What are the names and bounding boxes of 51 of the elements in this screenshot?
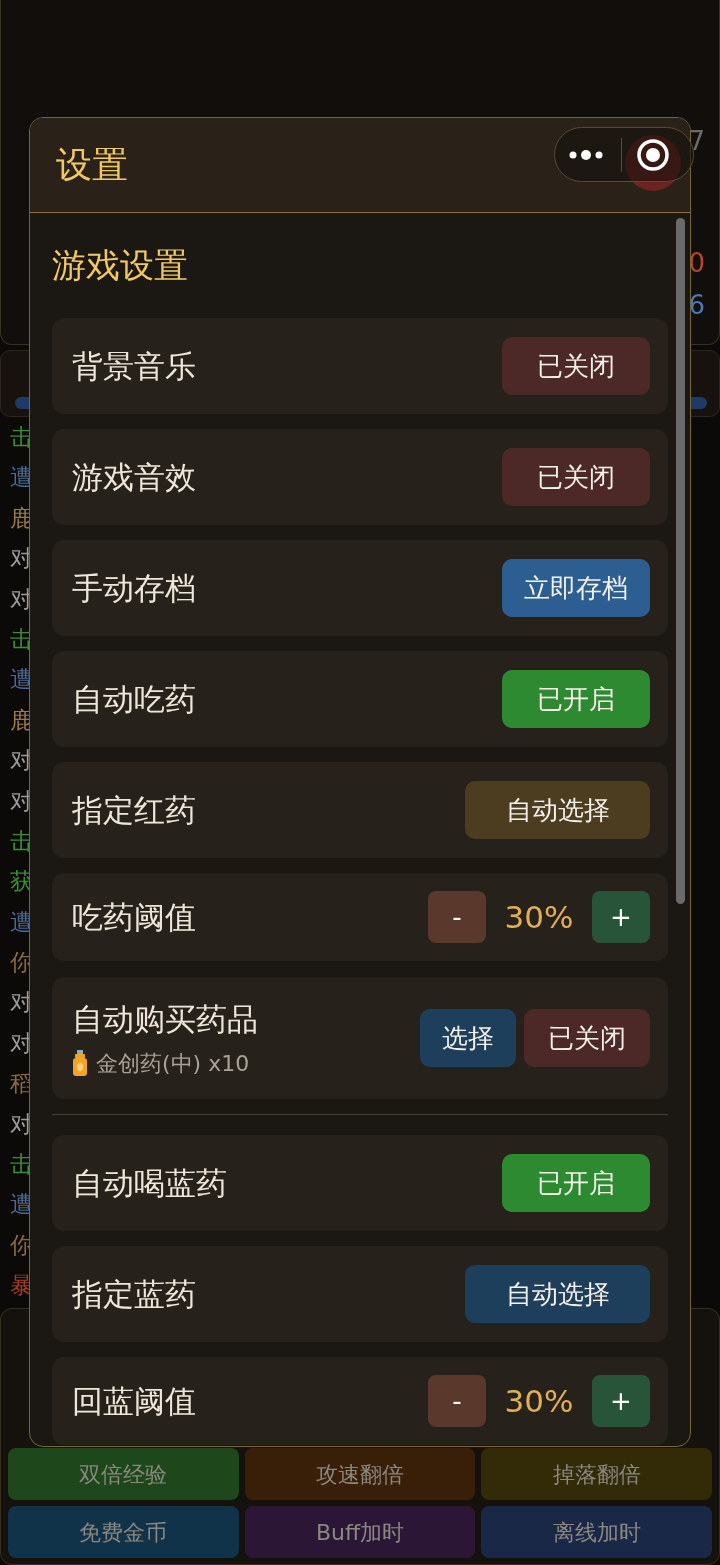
- setting-label: 背景音乐: [72, 346, 196, 386]
- stat-fragment: 7: [688, 128, 705, 154]
- log-line: 击: [10, 1151, 33, 1178]
- save-button[interactable]: 立即存档: [502, 559, 650, 617]
- toggle-button[interactable]: 已关闭: [502, 448, 650, 506]
- setting-label: 自动吃药: [72, 679, 196, 719]
- minus-button[interactable]: -: [428, 1375, 486, 1427]
- select-button[interactable]: 自动选择: [465, 1265, 650, 1323]
- boost-button[interactable]: 免费金币: [8, 1506, 239, 1558]
- toggle-button[interactable]: 已开启: [502, 1154, 650, 1212]
- log-line: 暴: [10, 1272, 33, 1299]
- scrollbar[interactable]: [676, 218, 685, 904]
- select-button[interactable]: 自动选择: [465, 781, 650, 839]
- setting-label: 自动购买药品: [72, 1000, 258, 1040]
- boost-button[interactable]: 攻速翻倍: [244, 1448, 476, 1500]
- target-icon[interactable]: [636, 137, 670, 172]
- setting-label: 吃药阈值: [72, 897, 196, 937]
- boost-button[interactable]: Buff加时: [244, 1506, 476, 1558]
- log-line: 击: [10, 827, 33, 854]
- toggle-button[interactable]: 已关闭: [502, 337, 650, 395]
- log-line: 对: [10, 1029, 33, 1056]
- plus-button[interactable]: +: [592, 1375, 650, 1427]
- setting-label: 自动喝蓝药: [72, 1163, 227, 1203]
- setting-label: 指定蓝药: [72, 1274, 196, 1314]
- log-line: 对: [10, 989, 33, 1016]
- log-line: 击: [10, 625, 33, 652]
- log-line: 对: [10, 545, 33, 572]
- log-line: 对: [10, 787, 33, 814]
- threshold-value: 30%: [503, 897, 575, 937]
- threshold-value: 30%: [503, 1381, 575, 1421]
- plus-button[interactable]: +: [592, 891, 650, 943]
- log-line: 对: [10, 585, 33, 612]
- toggle-button[interactable]: 已关闭: [524, 1009, 650, 1067]
- dialog-title: 设置: [56, 143, 128, 187]
- choose-button[interactable]: 选择: [420, 1009, 516, 1067]
- boost-button[interactable]: 离线加时: [481, 1506, 712, 1558]
- log-line: 对: [10, 1110, 33, 1137]
- item-name: 金创药(中) x10: [96, 1049, 250, 1078]
- log-line: 对: [10, 747, 33, 774]
- bottle-icon: [72, 1050, 88, 1077]
- boost-button[interactable]: 掉落翻倍: [481, 1448, 712, 1500]
- minus-button[interactable]: -: [428, 891, 486, 943]
- setting-label: 指定红药: [72, 790, 196, 830]
- toggle-button[interactable]: 已开启: [502, 670, 650, 728]
- more-icon[interactable]: [569, 148, 603, 161]
- log-line: 击: [10, 424, 33, 450]
- setting-label: 回蓝阈值: [72, 1381, 196, 1421]
- setting-label: 手动存档: [72, 568, 196, 608]
- section-title: 游戏设置: [52, 244, 189, 287]
- stat-value: 6: [688, 292, 705, 318]
- setting-label: 游戏音效: [72, 457, 196, 497]
